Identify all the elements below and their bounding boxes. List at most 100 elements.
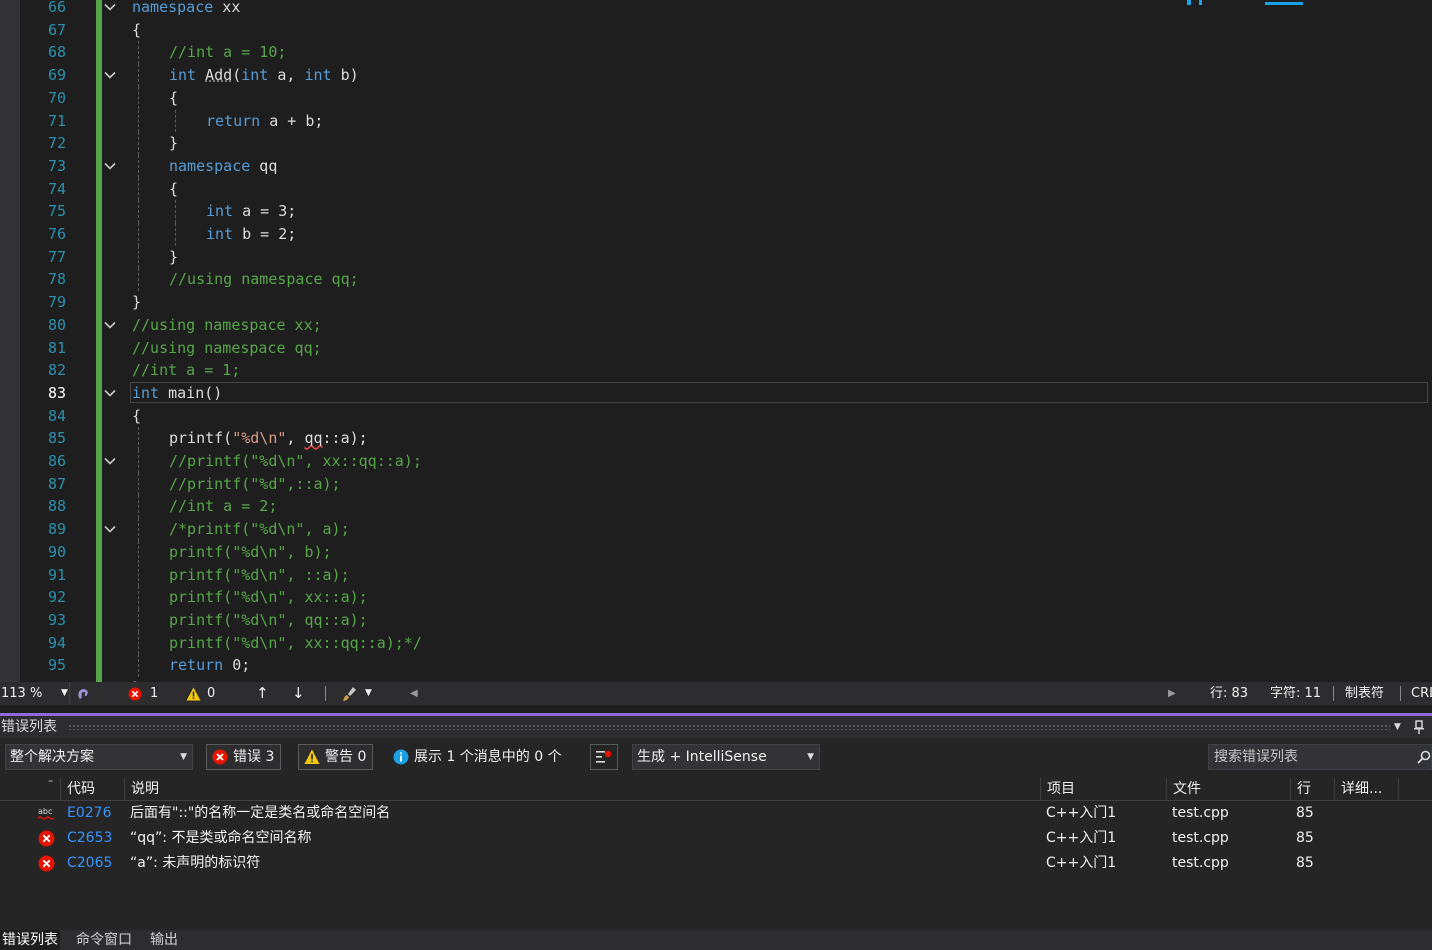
code-token: { — [169, 179, 179, 198]
code-line[interactable]: 90 printf("%d\n", b); — [0, 540, 1432, 564]
code-line[interactable]: 67 { — [0, 19, 1432, 42]
zoom-dropdown[interactable]: 113 % ▼ — [0, 682, 70, 705]
warning-icon[interactable] — [186, 687, 201, 701]
error-icon[interactable] — [128, 687, 142, 701]
error-count[interactable]: 1 — [150, 682, 158, 705]
code-line[interactable]: 89 /*printf("%d\n", a); — [0, 518, 1432, 541]
tabs-indicator[interactable]: 制表符 — [1345, 682, 1384, 705]
code-line[interactable]: 73 namespace qq — [0, 154, 1432, 178]
fold-chevron-icon[interactable] — [104, 320, 116, 330]
errors-filter-button[interactable]: 错误 3 — [206, 744, 282, 770]
error-icon — [38, 830, 55, 847]
health-indicator-icon[interactable] — [75, 686, 91, 702]
indent-guide — [138, 563, 139, 587]
code-token: } — [169, 247, 179, 266]
scroll-left-icon[interactable]: ◀ — [410, 682, 418, 705]
indent-guide — [138, 654, 139, 677]
arrow-up-icon[interactable]: ↑ — [256, 682, 269, 705]
drag-grip[interactable] — [68, 724, 1390, 730]
fold-chevron-icon[interactable] — [104, 456, 116, 466]
code-token: printf("%d\n", ::a); — [169, 565, 350, 584]
code-line[interactable]: 93 printf("%d\n", qq::a); — [0, 608, 1432, 632]
code-line[interactable]: 83 int main() — [0, 381, 1432, 405]
code-token: 0; — [232, 656, 251, 675]
error-line: 85 — [1296, 830, 1314, 846]
arrow-down-icon[interactable]: ↓ — [292, 682, 305, 705]
fold-chevron-icon[interactable] — [104, 2, 116, 12]
code-line[interactable]: 75 int a = 3; — [0, 200, 1432, 223]
tab-error-list[interactable]: 错误列表 — [0, 930, 60, 950]
table-row[interactable]: C2653 “qq”: 不是类或命名空间名称 C++入门1 test.cpp 85 — [0, 826, 1432, 851]
code-line[interactable]: 95 return 0; — [0, 654, 1432, 677]
line-number: 81 — [47, 338, 66, 357]
code-line[interactable]: 77} — [0, 245, 1432, 269]
code-line[interactable]: 70 { — [0, 86, 1432, 110]
code-line[interactable]: 85 printf("%d\n", qq::a); — [0, 427, 1432, 450]
tab-output[interactable]: 输出 — [148, 930, 180, 950]
column-details[interactable]: 详细... — [1334, 778, 1398, 801]
line-number: 86 — [47, 452, 66, 470]
column-line[interactable]: 行 — [1290, 778, 1334, 801]
code-text: /*printf("%d\n", a); — [169, 518, 350, 541]
tab-command-window[interactable]: 命令窗口 — [74, 930, 134, 950]
pin-icon[interactable] — [1413, 720, 1425, 734]
brush-cleanup-icon[interactable] — [342, 686, 358, 702]
warning-count[interactable]: 0 — [207, 682, 215, 705]
line-indicator[interactable]: 行: 83 — [1210, 682, 1248, 705]
build-filter-dropdown[interactable]: 生成 + IntelliSense ▼ — [632, 744, 820, 770]
table-row[interactable]: C2065 “a”: 未声明的标识符 C++入门1 test.cpp 85 — [0, 851, 1432, 876]
code-line[interactable]: 74 { — [0, 177, 1432, 201]
error-file: test.cpp — [1172, 830, 1229, 846]
error-code-link[interactable]: C2065 — [67, 851, 112, 876]
eol-indicator[interactable]: CRLF — [1411, 682, 1432, 705]
code-line[interactable]: 92 printf("%d\n", xx::a); — [0, 586, 1432, 609]
code-token: main() — [159, 383, 223, 402]
code-line[interactable]: 68 //int a = 10; — [0, 41, 1432, 65]
sort-indicator-icon[interactable]: ⁼ — [48, 772, 53, 795]
error-code-link[interactable]: C2653 — [67, 826, 112, 851]
warnings-filter-button[interactable]: 警告 0 — [298, 744, 374, 770]
code-line[interactable]: 66 namespace xx — [0, 0, 1432, 19]
scope-dropdown[interactable]: 整个解决方案 ▼ — [5, 744, 193, 770]
code-line[interactable]: 84 { — [0, 405, 1432, 428]
fold-chevron-icon[interactable] — [104, 161, 116, 171]
code-editor[interactable]: 66 namespace xx 67 {68 //int a = 10; 69 int Ad… — [0, 0, 1432, 682]
column-description[interactable]: 说明 — [124, 778, 1040, 801]
code-line[interactable]: 81 //using namespace qq; — [0, 337, 1432, 360]
code-line[interactable]: 72} — [0, 132, 1432, 155]
column-code[interactable]: 代码 — [60, 778, 124, 801]
code-line[interactable]: 69 int Add(int a, int b) — [0, 64, 1432, 87]
table-row[interactable]: abc E0276 后面有"::"的名称一定是类名或命名空间名 C++入门1 test.… — [0, 801, 1432, 826]
column-file[interactable]: 文件 — [1166, 778, 1290, 801]
code-line[interactable]: 79} — [0, 291, 1432, 314]
panel-title-bar[interactable]: 错误列表 ▼ — [0, 716, 1432, 738]
code-line[interactable]: 88 //int a = 2; — [0, 495, 1432, 519]
code-line[interactable]: 80 //using namespace xx; — [0, 314, 1432, 337]
fold-chevron-icon[interactable] — [104, 70, 116, 80]
code-line[interactable]: 91 printf("%d\n", ::a); — [0, 563, 1432, 587]
code-line[interactable]: 78 //using namespace qq; — [0, 268, 1432, 292]
indent-guide — [138, 41, 139, 65]
code-token: ( — [232, 66, 242, 85]
code-line[interactable]: 76 int b = 2; — [0, 223, 1432, 246]
messages-filter-button[interactable]: 展示 1 个消息中的 0 个 — [387, 744, 569, 770]
error-line: 85 — [1296, 805, 1314, 821]
indent-guide — [138, 86, 139, 110]
fold-chevron-icon[interactable] — [104, 388, 116, 398]
code-token: a + b; — [260, 111, 324, 130]
chevron-down-icon[interactable]: ▼ — [365, 682, 372, 705]
filter-toggle-button[interactable] — [590, 744, 618, 770]
code-line[interactable]: 87 //printf("%d",::a); — [0, 472, 1432, 496]
code-line[interactable]: 94 printf("%d\n", xx::qq::a);*/ — [0, 631, 1432, 655]
search-input[interactable]: 搜索错误列表 — [1208, 744, 1432, 770]
fold-chevron-icon[interactable] — [104, 524, 116, 534]
code-line[interactable]: 86 //printf("%d\n", xx::qq::a); — [0, 450, 1432, 473]
window-menu-chevron-icon[interactable]: ▼ — [1394, 716, 1401, 738]
indent-guide — [138, 518, 139, 541]
char-indicator[interactable]: 字符: 11 — [1270, 682, 1321, 705]
scroll-right-icon[interactable]: ▶ — [1168, 682, 1176, 705]
column-project[interactable]: 项目 — [1040, 778, 1166, 801]
error-code-link[interactable]: E0276 — [67, 801, 111, 826]
code-line[interactable]: 82 //int a = 1; — [0, 359, 1432, 382]
code-line[interactable]: 71 return a + b; — [0, 109, 1432, 133]
